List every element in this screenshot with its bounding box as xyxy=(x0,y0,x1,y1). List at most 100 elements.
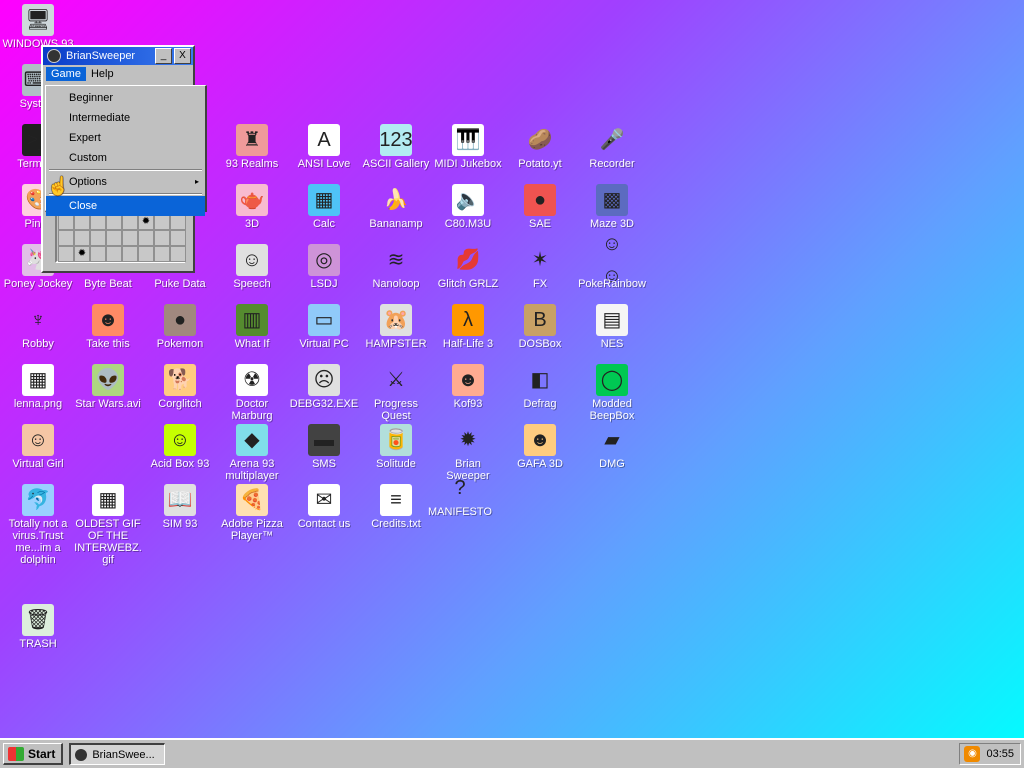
minimize-button[interactable]: _ xyxy=(155,48,172,64)
mine-cell[interactable] xyxy=(58,214,74,230)
mine-cell[interactable] xyxy=(122,246,138,262)
desktop-icon-calc[interactable]: ▦ Calc xyxy=(288,184,360,230)
desktop-icon-kof93[interactable]: ☻ Kof93 xyxy=(432,364,504,410)
desktop-icon-pokerainbow[interactable]: ☺☺ PokeRainbow xyxy=(576,233,648,290)
desktop-icon-potato-yt[interactable]: 🥔 Potato.yt xyxy=(504,124,576,170)
desktop-icon-label: Nanoloop xyxy=(372,278,420,290)
desktop-icon-3d[interactable]: 🫖 3D xyxy=(216,184,288,230)
desktop-icon-fx[interactable]: ✶ FX xyxy=(504,244,576,290)
desktop-icon-trash[interactable]: 🗑 TRASH xyxy=(2,604,74,650)
desktop-icon-nanoloop[interactable]: ≋ Nanoloop xyxy=(360,244,432,290)
menu-item-intermediate[interactable]: Intermediate xyxy=(46,108,205,128)
mine-cell[interactable] xyxy=(90,230,106,246)
desktop-icon-label: PokeRainbow xyxy=(578,278,646,290)
desktop-icon-lsdj[interactable]: ◎ LSDJ xyxy=(288,244,360,290)
desktop-icon-93-realms[interactable]: ♜ 93 Realms xyxy=(216,124,288,170)
taskbar: Start BrianSwee... ◉ 03:55 xyxy=(0,738,1024,768)
mine-cell[interactable] xyxy=(170,230,186,246)
desktop-icon-virtual-pc[interactable]: ▭ Virtual PC xyxy=(288,304,360,350)
desktop-icon-label: Bananamp xyxy=(369,218,423,230)
mine-cell[interactable] xyxy=(58,230,74,246)
desktop-icon-half-life-3[interactable]: λ Half-Life 3 xyxy=(432,304,504,350)
app-icon: ♜ xyxy=(236,124,268,156)
mine-cell[interactable] xyxy=(90,246,106,262)
desktop-icon-maze-3d[interactable]: ▩ Maze 3D xyxy=(576,184,648,230)
desktop-icon-midi-jukebox[interactable]: 🎹 MIDI Jukebox xyxy=(432,124,504,170)
mine-icon[interactable]: ✹ xyxy=(138,214,154,230)
mine-cell[interactable] xyxy=(74,230,90,246)
desktop-icon-credits-txt[interactable]: ≡ Credits.txt xyxy=(360,484,432,530)
window-titlebar[interactable]: BrianSweeper _ X xyxy=(43,47,193,65)
menu-item-options[interactable]: Options ▸ xyxy=(46,172,205,192)
menu-item-close[interactable]: Close xyxy=(46,196,205,216)
desktop-icon-virtual-girl[interactable]: ☺ Virtual Girl xyxy=(2,424,74,470)
mine-icon[interactable]: ✹ xyxy=(74,246,90,262)
desktop-icon-totally-not-a-virus-trust-me-im-a-dolphin[interactable]: 🐬 Totally not a virus.Trust me...im a dol… xyxy=(2,484,74,566)
taskbar-item-briansweeper[interactable]: BrianSwee... xyxy=(69,743,166,765)
desktop-icon-adobe-pizza-player[interactable]: 🍕 Adobe Pizza Player™ xyxy=(216,484,288,542)
desktop-icon-speech[interactable]: ☺ Speech xyxy=(216,244,288,290)
desktop-icon-ansi-love[interactable]: A ANSI Love xyxy=(288,124,360,170)
mine-cell[interactable] xyxy=(154,246,170,262)
mine-cell[interactable] xyxy=(138,230,154,246)
desktop-icon-debg32-exe[interactable]: ☹ DEBG32.EXE xyxy=(288,364,360,410)
desktop-icon-ascii-gallery[interactable]: 123 ASCII Gallery xyxy=(360,124,432,170)
mine-cell[interactable] xyxy=(122,230,138,246)
menu-help[interactable]: Help xyxy=(86,67,119,81)
desktop-icon-glitch-grlz[interactable]: 💋 Glitch GRLZ xyxy=(432,244,504,290)
desktop-icon-dosbox[interactable]: B DOSBox xyxy=(504,304,576,350)
desktop-icon-label: FX xyxy=(532,278,548,290)
desktop-icon-doctor-marburg[interactable]: ☢ Doctor Marburg xyxy=(216,364,288,422)
desktop-icon-sms[interactable]: ▬ SMS xyxy=(288,424,360,470)
desktop-icon-label: Potato.yt xyxy=(518,158,562,170)
desktop-icon-arena-93-multiplayer[interactable]: ◆ Arena 93 multiplayer xyxy=(216,424,288,482)
mine-cell[interactable] xyxy=(106,246,122,262)
mine-cell[interactable] xyxy=(154,230,170,246)
menu-item-beginner[interactable]: Beginner xyxy=(46,88,205,108)
close-button[interactable]: X xyxy=(174,48,191,64)
desktop-icon-robby[interactable]: ♆ Robby xyxy=(2,304,74,350)
desktop-icon-gafa-3d[interactable]: ☻ GAFA 3D xyxy=(504,424,576,470)
desktop-icon-defrag[interactable]: ◧ Defrag xyxy=(504,364,576,410)
mine-cell[interactable] xyxy=(58,246,74,262)
desktop-icon-nes[interactable]: ▤ NES xyxy=(576,304,648,350)
mine-cell[interactable] xyxy=(106,230,122,246)
desktop-icon-pokemon[interactable]: ● Pokemon xyxy=(144,304,216,350)
desktop-icon-take-this[interactable]: ☻ Take this xyxy=(72,304,144,350)
desktop-icon-contact-us[interactable]: ✉ Contact us xyxy=(288,484,360,530)
desktop-icon-star-wars-avi[interactable]: 👽 Star Wars.avi xyxy=(72,364,144,410)
desktop-icon-dmg[interactable]: ▰ DMG xyxy=(576,424,648,470)
start-button[interactable]: Start xyxy=(3,743,64,765)
mine-cell[interactable] xyxy=(74,214,90,230)
taskbar-item-label: BrianSwee... xyxy=(92,748,155,761)
desktop-icon-c80-m3u[interactable]: 🔈 C80.M3U xyxy=(432,184,504,230)
mine-cell[interactable] xyxy=(170,246,186,262)
desktop-icon-sim-93[interactable]: 📖 SIM 93 xyxy=(144,484,216,530)
desktop-icon-windows-93[interactable]: 🖥 WINDOWS 93 xyxy=(2,4,74,50)
desktop-icon-hampster[interactable]: 🐹 HAMPSTER xyxy=(360,304,432,350)
mine-cell[interactable] xyxy=(106,214,122,230)
mine-cell[interactable] xyxy=(154,214,170,230)
menu-game[interactable]: Game xyxy=(46,67,86,81)
desktop-icon-acid-box-93[interactable]: ☺ Acid Box 93 xyxy=(144,424,216,470)
desktop-icon-sae[interactable]: ● SAE xyxy=(504,184,576,230)
desktop-icon-lenna-png[interactable]: ▦ lenna.png xyxy=(2,364,74,410)
menu-item-custom[interactable]: Custom xyxy=(46,148,205,168)
app-icon: ▬ xyxy=(308,424,340,456)
desktop-icon-recorder[interactable]: 🎤 Recorder xyxy=(576,124,648,170)
rss-icon[interactable]: ◉ xyxy=(964,746,981,762)
desktop-icon-modded-beepbox[interactable]: ◯ Modded BeepBox xyxy=(576,364,648,422)
mine-cell[interactable] xyxy=(90,214,106,230)
desktop-icon-solitude[interactable]: 🥫 Solitude xyxy=(360,424,432,470)
desktop-icon-progress-quest[interactable]: ⚔ Progress Quest xyxy=(360,364,432,422)
mine-cell[interactable] xyxy=(138,246,154,262)
desktop-icon-manifesto[interactable]: ? MANIFESTO xyxy=(424,472,496,518)
desktop-icon-oldest-gif-of-the-interwebz-gif[interactable]: ▦ OLDEST GIF OF THE INTERWEBZ.gif xyxy=(72,484,144,566)
desktop-icon-bananamp[interactable]: 🍌 Bananamp xyxy=(360,184,432,230)
minefield-grid[interactable]: ✹ ✹ xyxy=(55,211,186,263)
menu-item-expert[interactable]: Expert xyxy=(46,128,205,148)
desktop-icon-corglitch[interactable]: 🐕 Corglitch xyxy=(144,364,216,410)
mine-cell[interactable] xyxy=(170,214,186,230)
desktop-icon-what-if[interactable]: ▥ What If xyxy=(216,304,288,350)
mine-cell[interactable] xyxy=(122,214,138,230)
